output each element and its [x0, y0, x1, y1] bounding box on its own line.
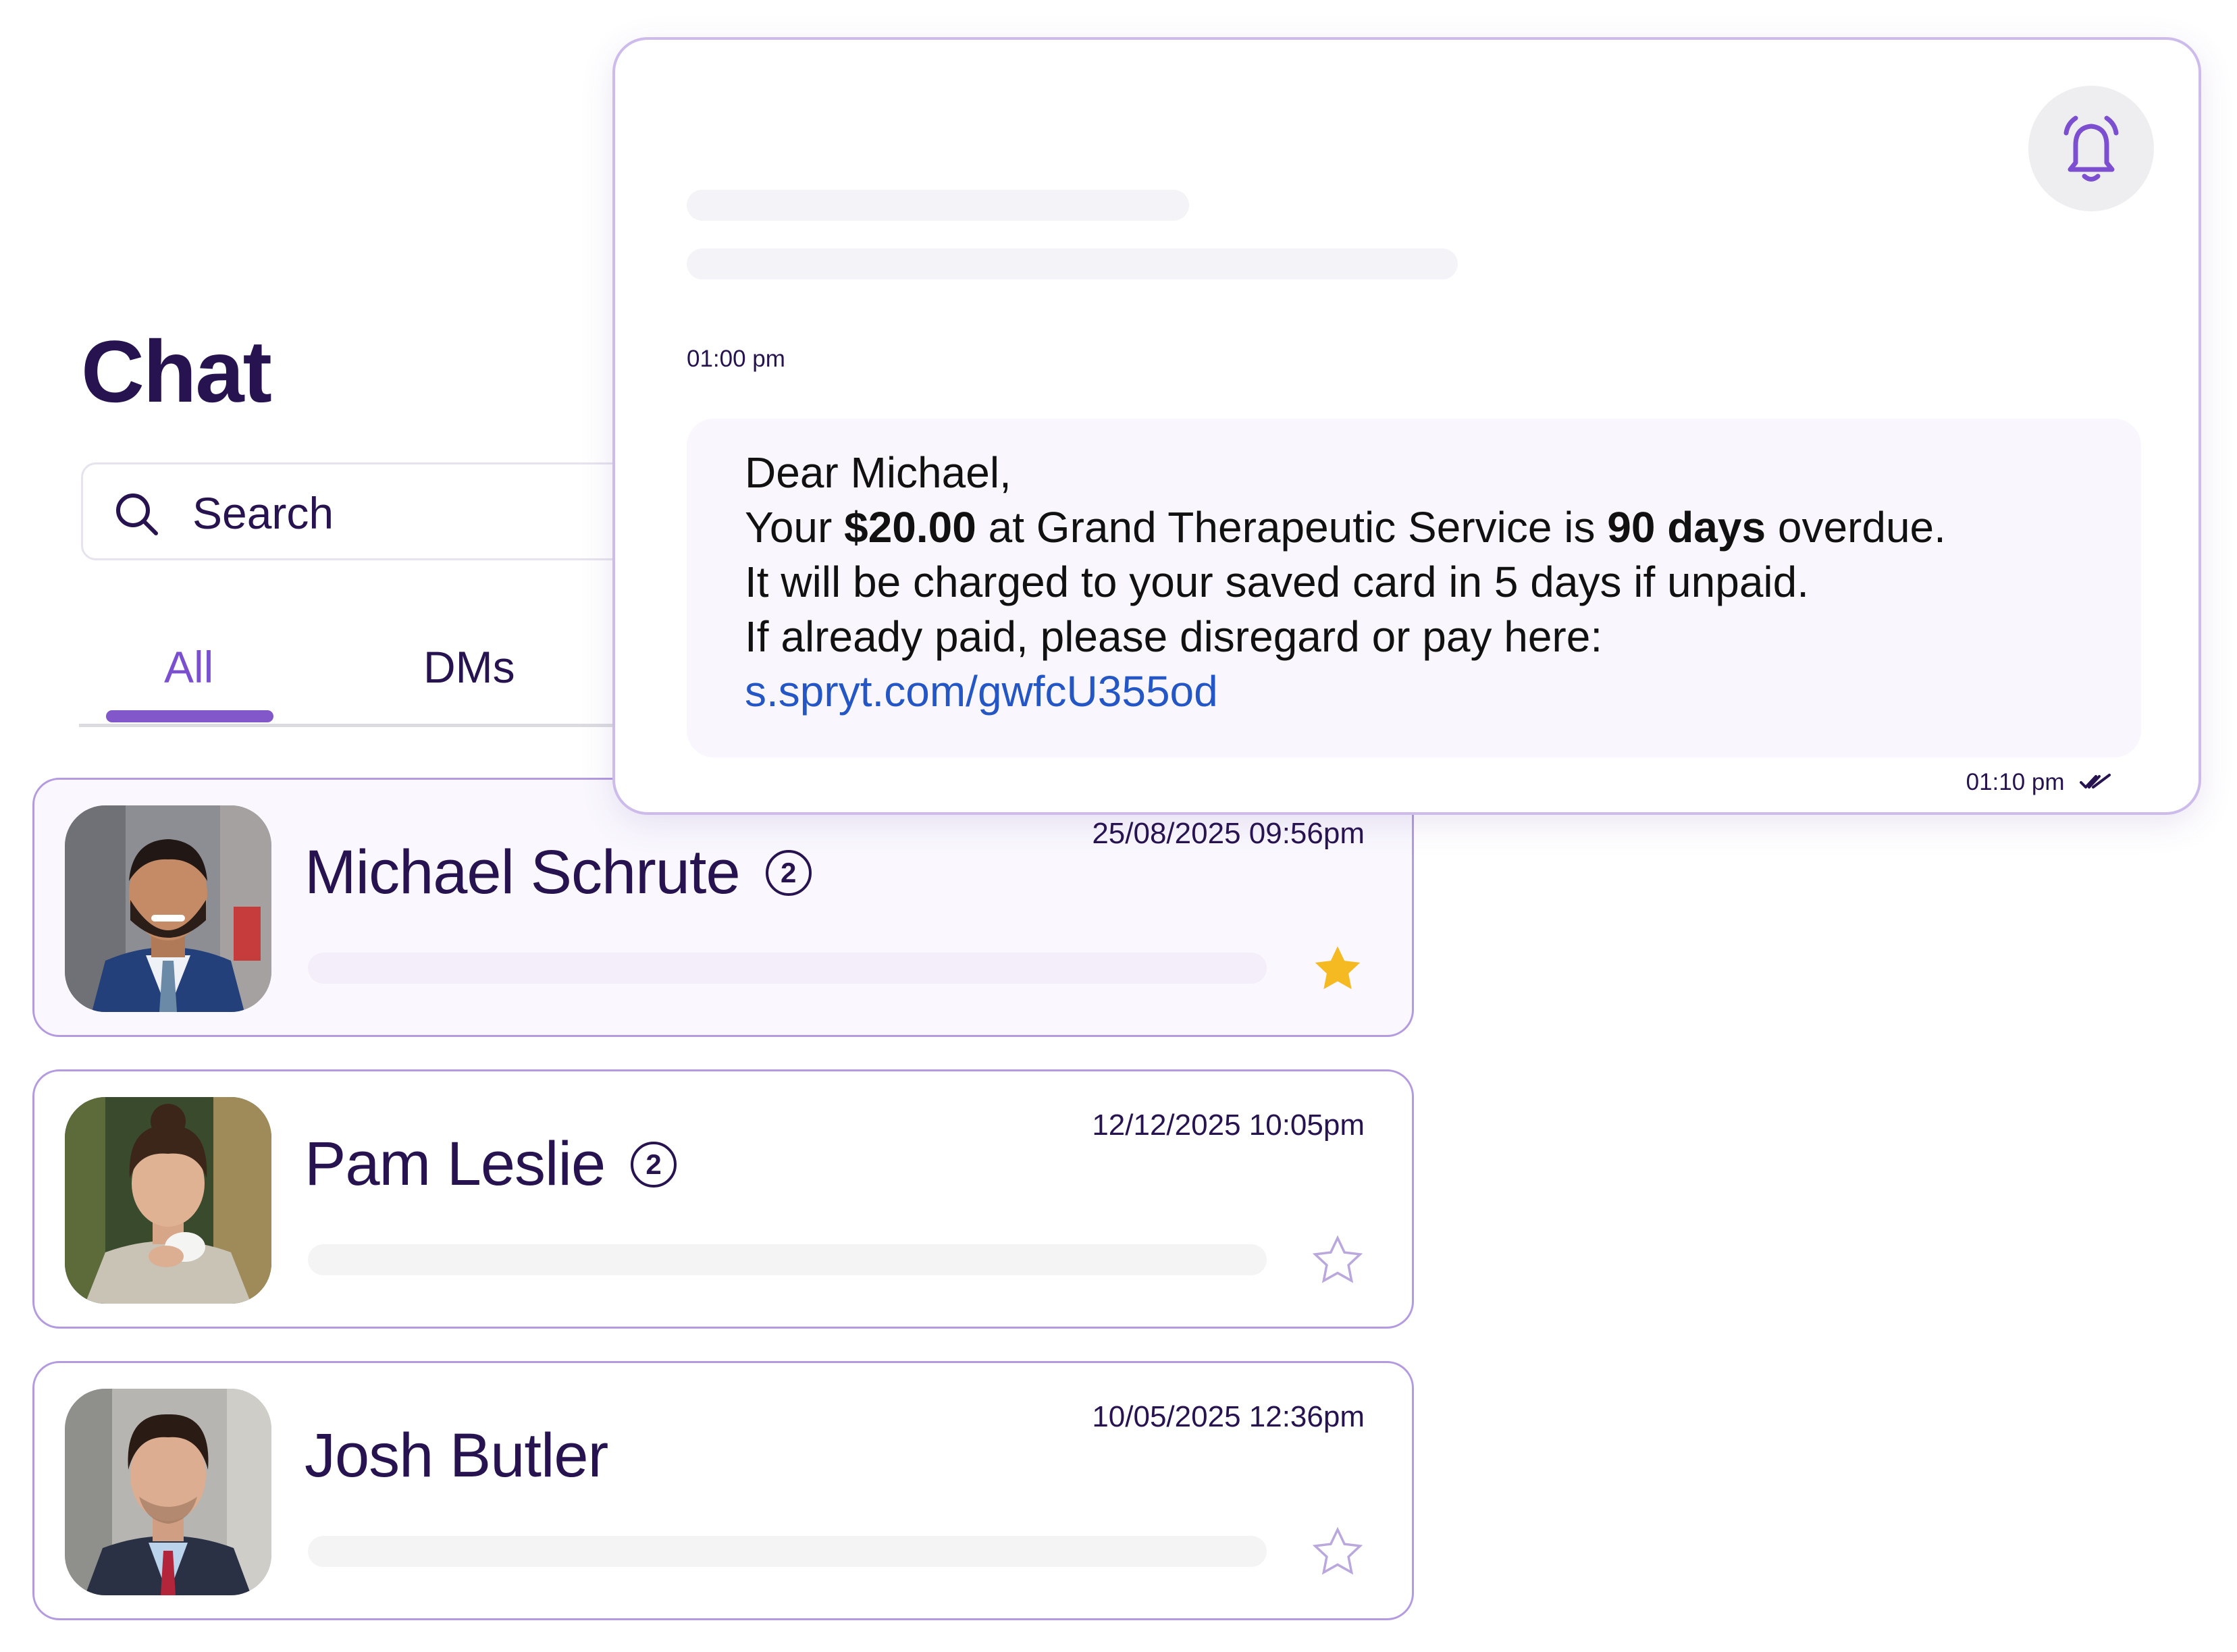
- avatar: [65, 1097, 271, 1304]
- message-placeholder-line: [687, 190, 1189, 221]
- page-title: Chat: [81, 322, 272, 421]
- search-icon: [116, 494, 158, 535]
- bell-ringing-icon: [2063, 115, 2119, 182]
- conversation-item-michael-schrute[interactable]: Michael Schrute 2 25/08/2025 09:56pm: [32, 778, 1414, 1037]
- conversation-item-pam-leslie[interactable]: Pam Leslie 2 12/12/2025 10:05pm: [32, 1069, 1414, 1329]
- star-filled-icon[interactable]: [1309, 940, 1366, 997]
- message-line-amount: Your $20.00 at Grand Therapeutic Service…: [745, 503, 1946, 552]
- conversation-name: Pam Leslie 2: [305, 1127, 677, 1201]
- message-preview-placeholder: [308, 953, 1267, 984]
- avatar: [65, 1389, 271, 1595]
- notification-button[interactable]: [2028, 86, 2154, 211]
- message-placeholder-line: [687, 248, 1458, 279]
- sent-time: 01:10 pm: [1966, 769, 2065, 795]
- conversation-timestamp: 12/12/2025 10:05pm: [1092, 1109, 1365, 1142]
- unread-count-badge: 2: [765, 849, 812, 896]
- message-greeting: Dear Michael,: [745, 448, 1011, 497]
- payment-link[interactable]: s.spryt.com/gwfcU355od: [745, 667, 1218, 716]
- tab-dms[interactable]: DMs: [423, 640, 515, 694]
- message-panel: 01:00 pm Dear Michael, Your $20.00 at Gr…: [612, 37, 2201, 815]
- conversation-timestamp: 25/08/2025 09:56pm: [1092, 817, 1365, 850]
- received-time: 01:00 pm: [687, 346, 785, 372]
- message-line-disregard: If already paid, please disregard or pay…: [745, 612, 1603, 661]
- star-outline-icon[interactable]: [1309, 1524, 1366, 1580]
- avatar: [65, 805, 271, 1012]
- unread-count-badge: 2: [631, 1141, 677, 1188]
- overdue-days: 90 days: [1607, 503, 1766, 552]
- message-footer: 01:10 pm: [1966, 766, 2111, 799]
- overdue-amount: $20.00: [844, 503, 976, 552]
- conversation-name: Michael Schrute 2: [305, 835, 812, 909]
- message-preview-placeholder: [308, 1244, 1267, 1275]
- double-check-icon: [2080, 774, 2111, 789]
- search-placeholder: Search: [192, 488, 334, 538]
- conversation-name: Josh Butler: [305, 1421, 608, 1490]
- message-preview-placeholder: [308, 1536, 1267, 1567]
- star-outline-icon[interactable]: [1309, 1232, 1366, 1289]
- message-body: Dear Michael, Your $20.00 at Grand Thera…: [745, 446, 1946, 719]
- active-tab-indicator: [106, 710, 273, 722]
- message-line-charge: It will be charged to your saved card in…: [745, 558, 1809, 606]
- message-bubble: Dear Michael, Your $20.00 at Grand Thera…: [687, 419, 2141, 757]
- tab-all[interactable]: All: [164, 640, 213, 694]
- conversation-timestamp: 10/05/2025 12:36pm: [1092, 1400, 1365, 1433]
- conversation-item-josh-butler[interactable]: Josh Butler 10/05/2025 12:36pm: [32, 1361, 1414, 1620]
